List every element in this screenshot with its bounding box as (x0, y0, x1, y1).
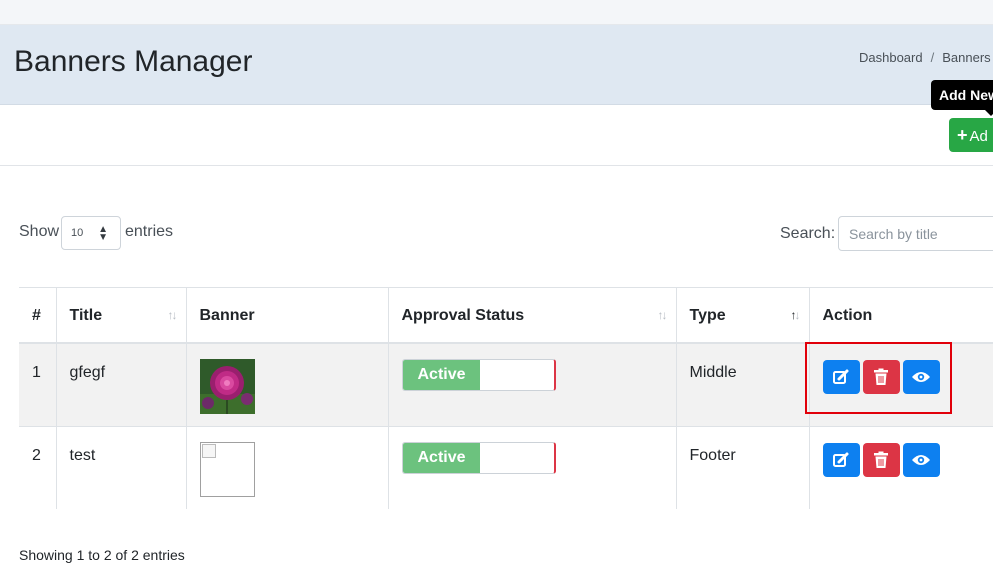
trash-icon (874, 451, 888, 468)
breadcrumb: Dashboard / Banners M (859, 50, 993, 65)
add-new-button[interactable]: + Ad (949, 118, 993, 152)
broken-image-icon (201, 444, 216, 458)
row-title: gfegf (56, 342, 187, 427)
page-title: Banners Manager (14, 45, 253, 78)
edit-button[interactable] (822, 359, 860, 394)
table-info: Showing 1 to 2 of 2 entries (19, 547, 185, 563)
trash-icon (874, 368, 888, 385)
banner-thumbnail-broken (199, 442, 255, 497)
view-button[interactable] (902, 359, 940, 394)
add-new-button-label: Ad (969, 128, 988, 145)
show-label: Show (19, 223, 60, 240)
entries-label: entries (125, 223, 174, 240)
search-label: Search: (780, 225, 836, 242)
eye-icon (912, 455, 930, 465)
column-header-action: Action (809, 287, 993, 344)
delete-button[interactable] (862, 359, 900, 394)
top-navbar (0, 0, 993, 25)
breadcrumb-separator: / (930, 50, 935, 65)
row-banner (186, 342, 389, 427)
approval-status-toggle[interactable]: Active (401, 442, 556, 474)
column-header-title[interactable]: Title ↑↓ (56, 287, 187, 344)
table-header-row: # Title ↑↓ Banner Approval Status ↑↓ Type ↑… (19, 287, 993, 344)
banners-table: # Title ↑↓ Banner Approval Status ↑↓ Type ↑… (19, 287, 993, 509)
table-row: 1 gfegf Active Middle (19, 342, 993, 427)
row-approval-status: Active (388, 342, 677, 427)
approval-status-toggle[interactable]: Active (401, 358, 556, 391)
edit-icon (833, 452, 849, 467)
search-input[interactable] (838, 216, 993, 251)
sort-asc-icon: ↑↓ (790, 308, 801, 322)
view-button[interactable] (902, 443, 940, 477)
entries-length-value: 10 (71, 227, 84, 239)
row-type: Footer (676, 426, 810, 509)
plus-icon: + (957, 125, 968, 145)
column-header-approval-status[interactable]: Approval Status ↑↓ (388, 287, 677, 344)
breadcrumb-current: Banners M (942, 50, 993, 65)
row-title: test (56, 426, 187, 509)
banner-thumbnail-flower (199, 358, 255, 414)
approval-status-toggle-on: Active (402, 443, 480, 473)
select-caret-icon: ▲ ▼ (98, 224, 108, 243)
row-banner (186, 426, 389, 509)
eye-icon (912, 371, 930, 382)
approval-status-toggle-on: Active (402, 359, 480, 390)
breadcrumb-dashboard-link[interactable]: Dashboard (859, 50, 923, 65)
column-header-type[interactable]: Type ↑↓ (676, 287, 810, 344)
sort-arrows-icon: ↑↓ (167, 308, 178, 322)
add-new-tooltip: Add New (931, 80, 993, 110)
edit-button[interactable] (822, 443, 860, 477)
tooltip-arrow (985, 110, 993, 116)
row-actions (809, 342, 993, 427)
column-header-number[interactable]: # (19, 287, 57, 344)
section-divider (0, 165, 993, 166)
table-row: 2 test Active Footer (19, 426, 993, 509)
column-header-banner: Banner (186, 287, 389, 344)
row-number: 1 (19, 342, 57, 427)
sort-arrows-icon: ↑↓ (657, 308, 668, 322)
row-type: Middle (676, 342, 810, 427)
entries-length-select[interactable]: 10 ▲ ▼ (61, 216, 121, 250)
row-approval-status: Active (388, 426, 677, 509)
edit-icon (833, 369, 849, 384)
row-actions (809, 426, 993, 509)
row-number: 2 (19, 426, 57, 509)
delete-button[interactable] (862, 443, 900, 477)
content-header: Banners Manager Dashboard / Banners M (0, 25, 993, 105)
